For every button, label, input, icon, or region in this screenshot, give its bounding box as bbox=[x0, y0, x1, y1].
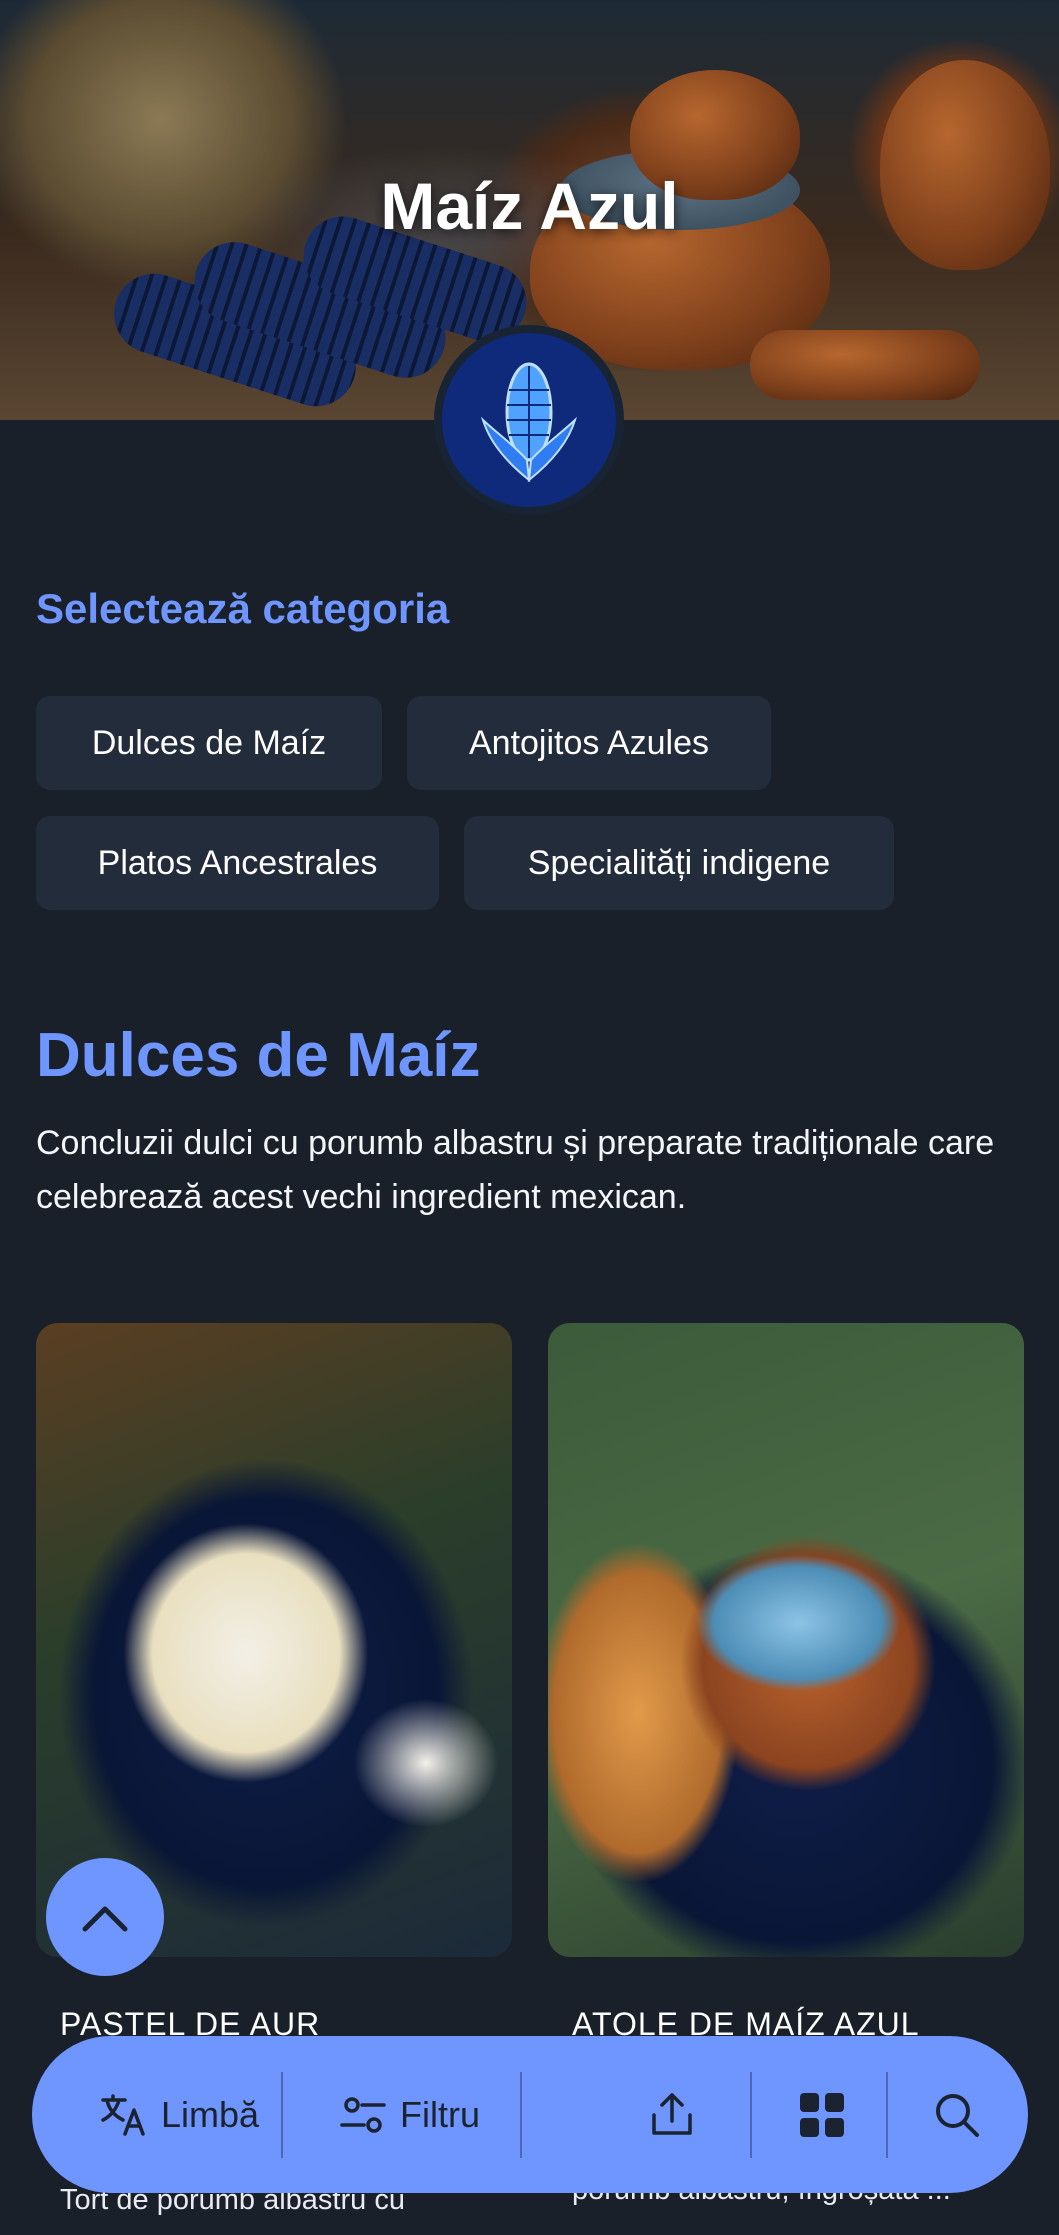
search-icon bbox=[936, 2093, 979, 2137]
chevron-up-icon bbox=[82, 1906, 128, 1932]
wooden-spoon-image bbox=[750, 330, 980, 400]
search-button[interactable] bbox=[902, 2036, 1012, 2193]
page-title: Maíz Azul bbox=[380, 169, 679, 243]
section-title: Dulces de Maíz bbox=[36, 1021, 481, 1090]
toolbar-divider bbox=[750, 2072, 752, 2158]
chip-platos-ancestrales[interactable]: Platos Ancestrales bbox=[36, 816, 439, 910]
filter-sliders-icon bbox=[340, 2096, 386, 2133]
toolbar-divider bbox=[281, 2072, 283, 2158]
grid-view-button[interactable] bbox=[767, 2036, 877, 2193]
chip-specialitati-indigene[interactable]: Specialități indigene bbox=[464, 816, 894, 910]
share-button[interactable] bbox=[612, 2036, 732, 2193]
bottom-toolbar: Limbă Filtru bbox=[32, 2036, 1028, 2193]
corn-logo-emblem bbox=[434, 325, 624, 515]
corn-icon bbox=[480, 362, 578, 483]
share-upload-icon bbox=[652, 2092, 692, 2135]
language-label: Limbă bbox=[160, 2093, 260, 2135]
recipe-card-image[interactable] bbox=[548, 1323, 1024, 1957]
chip-dulces-de-maiz[interactable]: Dulces de Maíz bbox=[36, 696, 382, 790]
grid-icon bbox=[800, 2092, 844, 2137]
toolbar-divider bbox=[886, 2072, 888, 2158]
toolbar-divider bbox=[520, 2072, 522, 2158]
chip-antojitos-azules[interactable]: Antojitos Azules bbox=[407, 696, 771, 790]
language-button[interactable]: Limbă bbox=[70, 2036, 290, 2193]
scroll-to-top-button[interactable] bbox=[46, 1858, 164, 1976]
section-description: Concluzii dulci cu porumb albastru și pr… bbox=[36, 1124, 995, 1216]
filter-label: Filtru bbox=[400, 2093, 480, 2135]
category-selector-heading: Selectează categoria bbox=[36, 585, 450, 632]
translate-icon bbox=[101, 2093, 145, 2136]
filter-button[interactable]: Filtru bbox=[300, 2036, 520, 2193]
